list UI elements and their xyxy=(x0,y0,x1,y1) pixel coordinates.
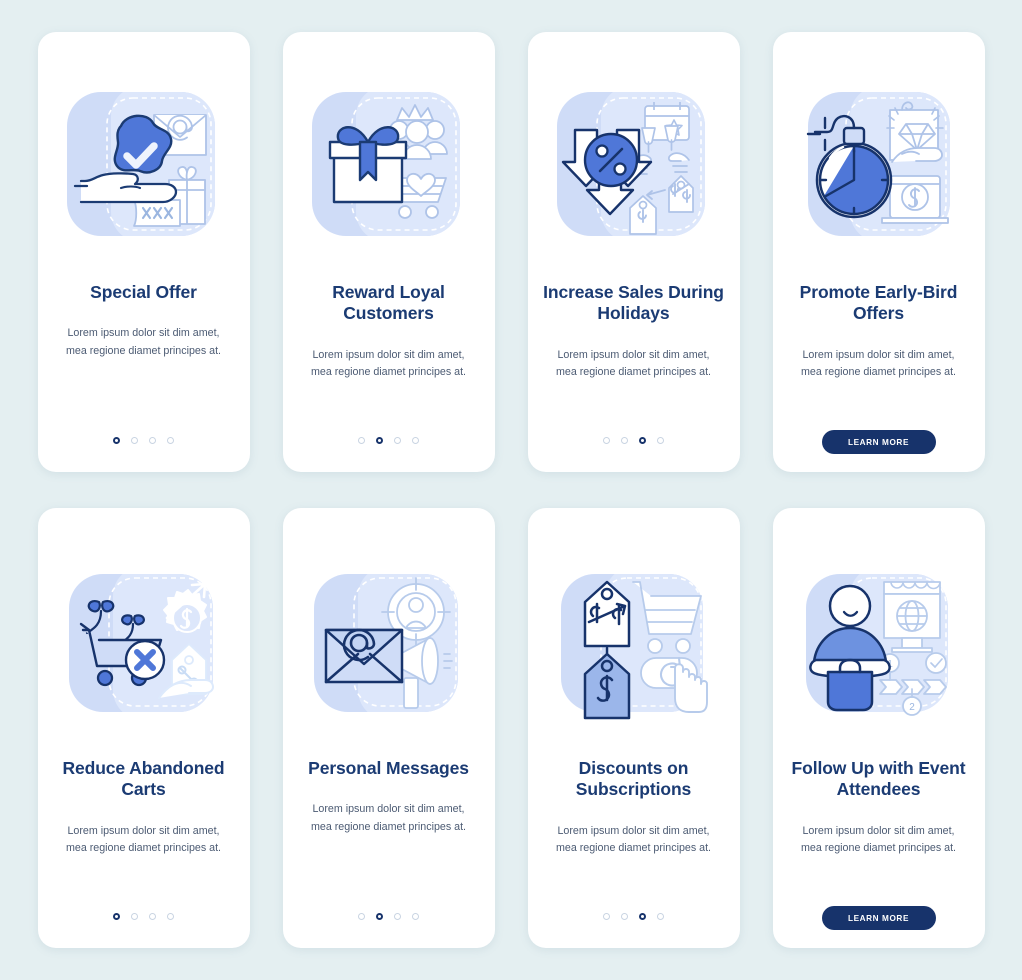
card-title: Follow Up with Event Attendees xyxy=(791,758,966,800)
pagination-dots[interactable] xyxy=(38,437,250,444)
card-body-text: Lorem ipsum dolor sit dim amet, mea regi… xyxy=(65,824,222,855)
learn-more-button[interactable]: LEARN MORE xyxy=(821,906,936,930)
pagination-dot[interactable] xyxy=(149,913,156,920)
card-title: Reduce Abandoned Carts xyxy=(62,758,225,800)
card-body-text: Lorem ipsum dolor sit dim amet, mea regi… xyxy=(310,803,467,833)
pagination-dot[interactable] xyxy=(394,437,401,444)
pagination-dots[interactable] xyxy=(528,437,740,444)
pagination-dot[interactable] xyxy=(657,437,664,444)
onboarding-card-promote-early-bird-offers[interactable]: Promote Early-Bird Offers Lorem ipsum do… xyxy=(772,32,985,472)
pagination-dot[interactable] xyxy=(113,437,120,444)
pagination-dot[interactable] xyxy=(412,437,419,444)
pagination-dot[interactable] xyxy=(603,437,610,444)
card-body-text: Lorem ipsum dolor sit dim amet, mea regi… xyxy=(800,824,957,855)
pagination-dot[interactable] xyxy=(639,437,646,444)
pagination-dots[interactable] xyxy=(283,437,495,444)
pagination-dot[interactable] xyxy=(394,913,401,920)
card-title: Promote Early-Bird Offers xyxy=(799,282,958,324)
pagination-dots[interactable] xyxy=(528,913,740,920)
illustration-reward-loyal-customers xyxy=(304,84,474,244)
illustration-reduce-abandoned-carts xyxy=(59,560,229,720)
pagination-dot[interactable] xyxy=(149,437,156,444)
card-body-text: Lorem ipsum dolor sit dim amet, mea regi… xyxy=(310,348,467,379)
illustration-increase-sales xyxy=(549,84,719,244)
illustration-personal-messages xyxy=(304,560,474,720)
pagination-dot[interactable] xyxy=(167,913,174,920)
pagination-dot[interactable] xyxy=(131,913,138,920)
pagination-dot[interactable] xyxy=(358,437,365,444)
pagination-dot[interactable] xyxy=(603,913,610,920)
pagination-dot[interactable] xyxy=(113,913,120,920)
pagination-dot[interactable] xyxy=(621,437,628,444)
illustration-promote-early-bird-offers xyxy=(794,84,964,244)
card-title: Personal Messages xyxy=(308,758,469,778)
illustration-discounts-on-subscriptions xyxy=(549,560,719,720)
pagination-dot[interactable] xyxy=(376,913,383,920)
pagination-dots[interactable] xyxy=(283,913,495,920)
pagination-dot[interactable] xyxy=(167,437,174,444)
svg-text:2: 2 xyxy=(909,702,915,713)
pagination-dot[interactable] xyxy=(376,437,383,444)
card-title: Reward Loyal Customers xyxy=(332,282,445,324)
pagination-dot[interactable] xyxy=(131,437,138,444)
pagination-dot[interactable] xyxy=(621,913,628,920)
onboarding-card-discounts-on-subscriptions[interactable]: Discounts on Subscriptions Lorem ipsum d… xyxy=(527,508,740,948)
onboarding-card-personal-messages[interactable]: Personal Messages Lorem ipsum dolor sit … xyxy=(282,508,495,948)
pagination-dot[interactable] xyxy=(657,913,664,920)
learn-more-button[interactable]: LEARN MORE xyxy=(821,430,936,454)
onboarding-card-reward-loyal-customers[interactable]: Reward Loyal Customers Lorem ipsum dolor… xyxy=(282,32,495,472)
onboarding-card-special-offer[interactable]: Special Offer Lorem ipsum dolor sit dim … xyxy=(37,32,250,472)
onboarding-card-reduce-abandoned-carts[interactable]: Reduce Abandoned Carts Lorem ipsum dolor… xyxy=(37,508,250,948)
pagination-dot[interactable] xyxy=(639,913,646,920)
onboarding-card-follow-up-with-event-attendees[interactable]: 1 2 Follow Up with Event Attendees Lorem… xyxy=(772,508,985,948)
card-body-text: Lorem ipsum dolor sit dim amet, mea regi… xyxy=(800,348,957,379)
onboarding-screens-board: Special Offer Lorem ipsum dolor sit dim … xyxy=(0,0,1022,980)
pagination-dot[interactable] xyxy=(358,913,365,920)
pagination-dots[interactable] xyxy=(38,913,250,920)
card-body-text: Lorem ipsum dolor sit dim amet, mea regi… xyxy=(65,327,222,357)
card-body-text: Lorem ipsum dolor sit dim amet, mea regi… xyxy=(555,824,712,855)
card-body-text: Lorem ipsum dolor sit dim amet, mea regi… xyxy=(555,348,712,379)
card-title: Increase Sales During Holidays xyxy=(543,282,724,324)
card-title: Special Offer xyxy=(90,282,197,302)
illustration-follow-up-event-attendees: 1 2 xyxy=(794,560,964,720)
onboarding-card-increase-sales-during-holidays[interactable]: Increase Sales During Holidays Lorem ips… xyxy=(527,32,740,472)
card-title: Discounts on Subscriptions xyxy=(575,758,692,800)
illustration-special-offer xyxy=(59,84,229,244)
pagination-dot[interactable] xyxy=(412,913,419,920)
